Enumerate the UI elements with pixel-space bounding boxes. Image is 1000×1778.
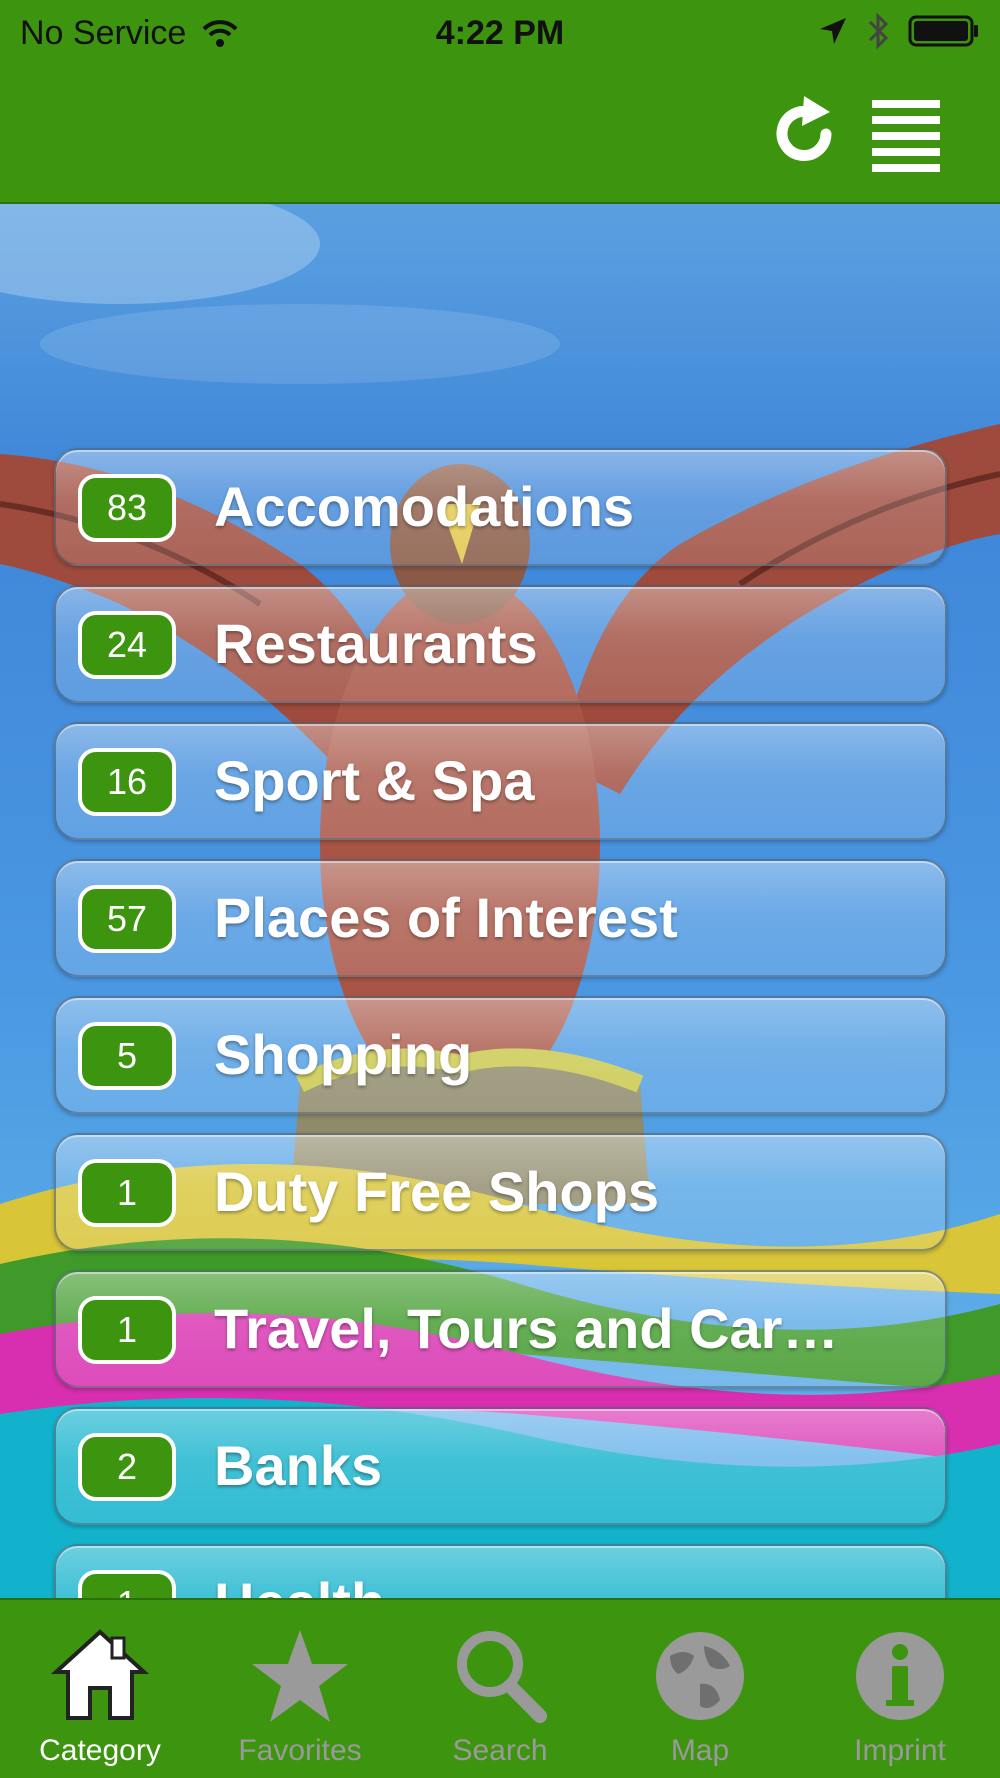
refresh-icon — [776, 96, 832, 161]
count-badge: 1 — [78, 1570, 176, 1598]
battery-icon — [908, 15, 978, 47]
refresh-button[interactable] — [764, 94, 844, 174]
category-row-accomodations[interactable]: 83 Accomodations — [54, 448, 947, 566]
count-badge: 57 — [78, 885, 176, 953]
category-list: 83 Accomodations 24 Restaurants 16 Sport… — [54, 448, 947, 1598]
search-icon — [457, 1631, 547, 1723]
category-row-duty-free-shops[interactable]: 1 Duty Free Shops — [54, 1133, 947, 1251]
tab-label: Imprint — [854, 1734, 946, 1767]
info-icon — [856, 1632, 944, 1720]
app-screen: No Service 4:22 PM 83 Accomodations 24 R… — [0, 0, 1000, 1778]
category-row-travel-tours[interactable]: 1 Travel, Tours and Car… — [54, 1270, 947, 1388]
category-row-health[interactable]: 1 Health — [54, 1544, 947, 1598]
count-badge: 24 — [78, 611, 176, 679]
tab-category[interactable]: Category — [0, 1600, 200, 1778]
location-arrow-icon — [820, 18, 846, 44]
category-row-banks[interactable]: 2 Banks — [54, 1407, 947, 1525]
category-label: Travel, Tours and Car… — [214, 1297, 839, 1360]
status-right — [818, 12, 980, 50]
category-row-restaurants[interactable]: 24 Restaurants — [54, 585, 947, 703]
tab-favorites[interactable]: Favorites — [200, 1600, 400, 1778]
tab-label: Search — [452, 1734, 548, 1767]
category-label: Places of Interest — [214, 886, 678, 949]
count-badge: 16 — [78, 748, 176, 816]
menu-icon — [872, 100, 940, 172]
count-badge: 83 — [78, 474, 176, 542]
category-row-sport-spa[interactable]: 16 Sport & Spa — [54, 722, 947, 840]
category-row-shopping[interactable]: 5 Shopping — [54, 996, 947, 1114]
tab-search[interactable]: Search — [400, 1600, 600, 1778]
category-row-places-of-interest[interactable]: 57 Places of Interest — [54, 859, 947, 977]
tab-map[interactable]: Map — [600, 1600, 800, 1778]
category-label: Banks — [214, 1434, 383, 1497]
globe-icon — [656, 1632, 744, 1720]
tab-bar: Category Favorites Search Map Imprint — [0, 1598, 1000, 1778]
home-icon — [50, 1629, 150, 1720]
count-badge: 1 — [78, 1296, 176, 1364]
tab-label: Category — [39, 1734, 161, 1767]
category-label: Restaurants — [214, 612, 538, 675]
star-icon — [252, 1630, 348, 1722]
tab-label: Map — [670, 1734, 730, 1767]
category-label: Sport & Spa — [214, 749, 535, 812]
count-badge: 5 — [78, 1022, 176, 1090]
count-badge: 2 — [78, 1433, 176, 1501]
category-label: Health — [214, 1546, 934, 1598]
count-badge: 1 — [78, 1159, 176, 1227]
category-content: 83 Accomodations 24 Restaurants 16 Sport… — [0, 204, 1000, 1598]
bluetooth-icon — [868, 12, 889, 50]
category-label: Duty Free Shops — [214, 1160, 659, 1223]
category-label: Accomodations — [214, 475, 635, 538]
nav-bar — [0, 68, 1000, 204]
status-bar: No Service 4:22 PM — [0, 0, 1000, 68]
category-label: Shopping — [214, 1023, 473, 1086]
tab-label: Favorites — [238, 1734, 362, 1767]
tab-imprint[interactable]: Imprint — [800, 1600, 1000, 1778]
menu-button[interactable] — [866, 94, 946, 174]
